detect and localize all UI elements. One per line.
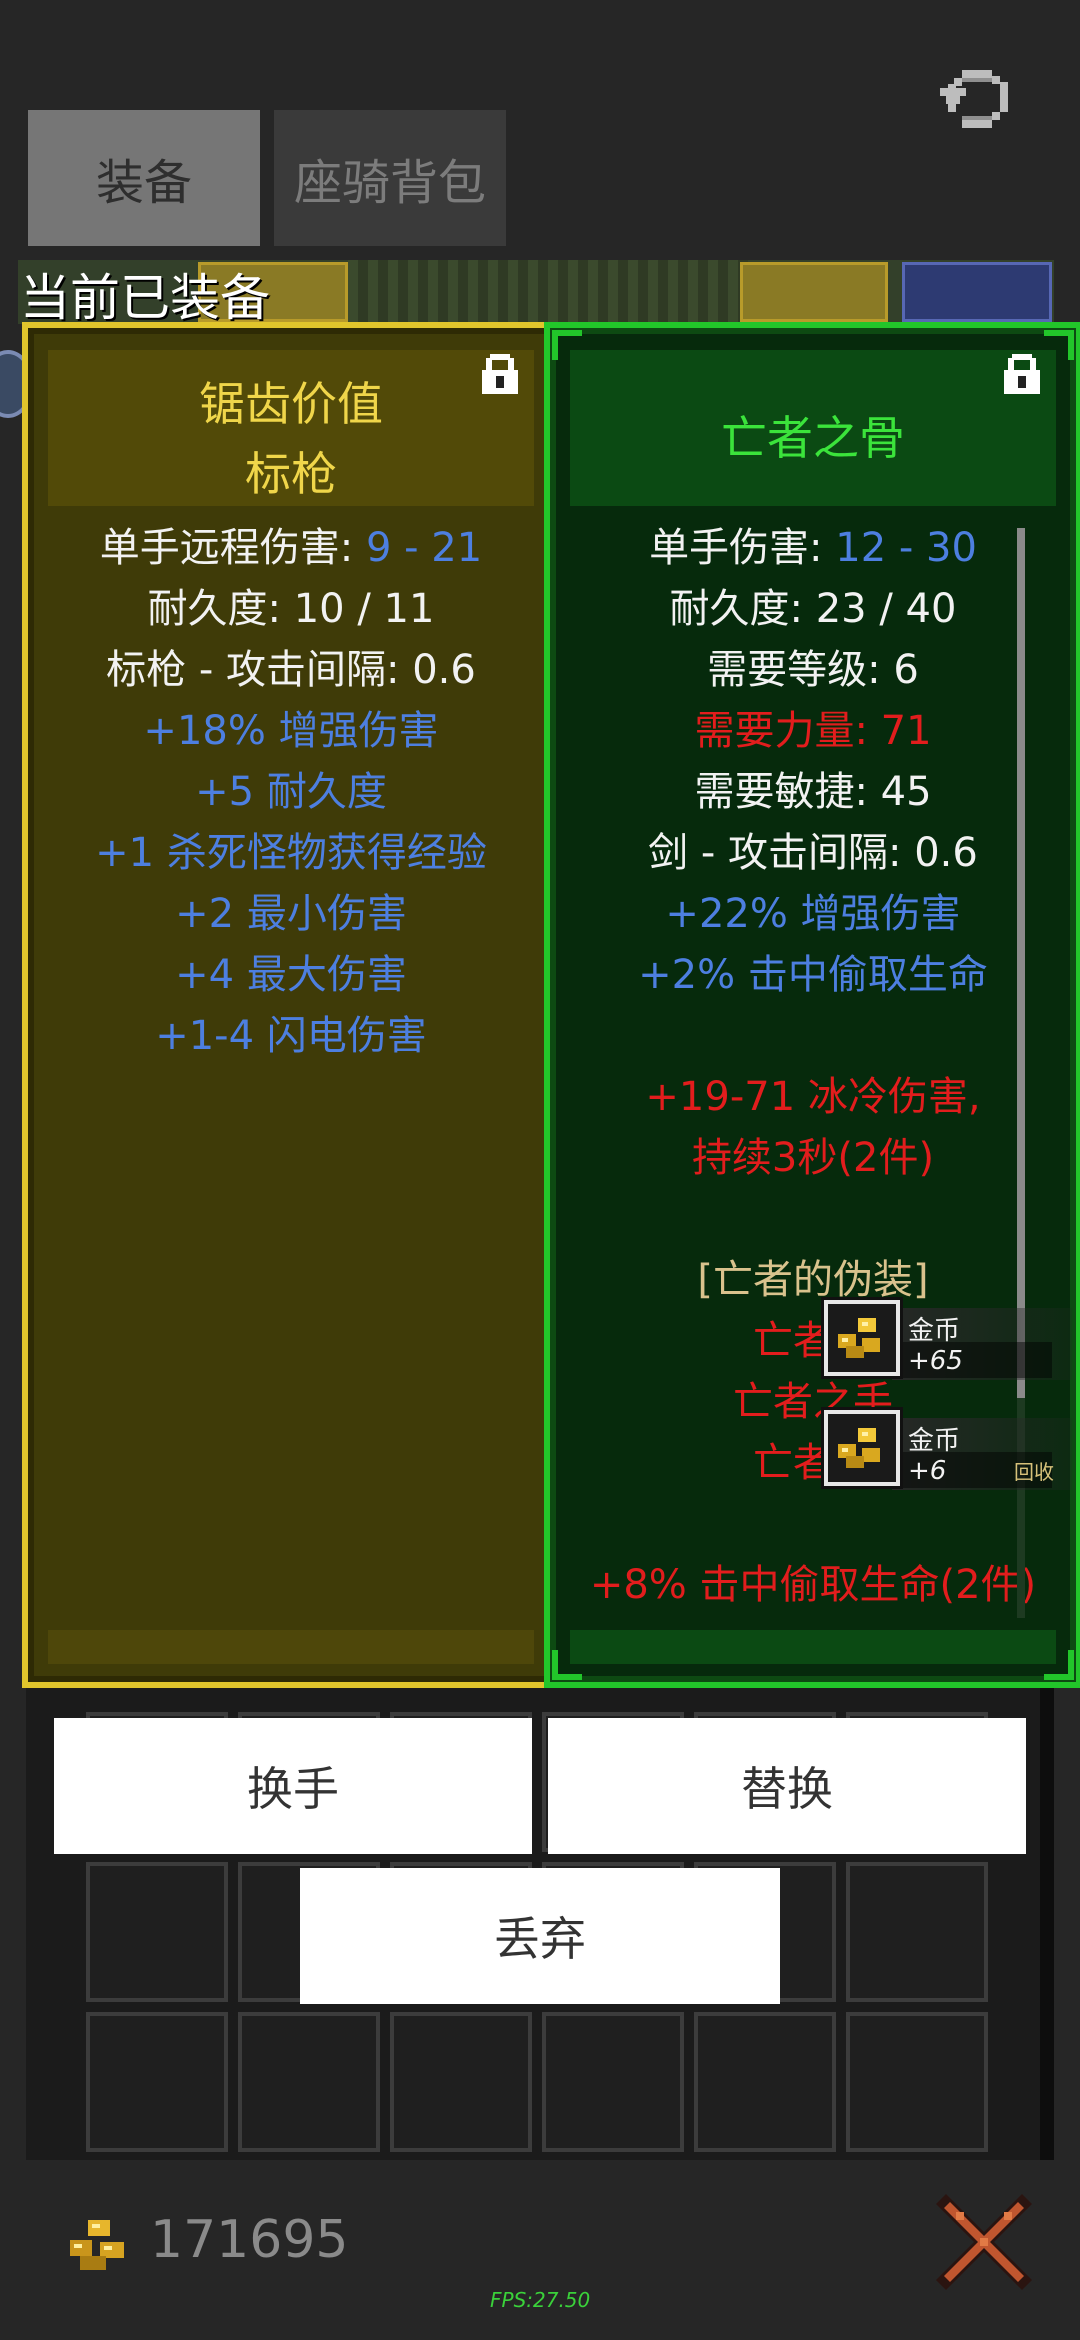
item-affix: +4 最大伤害 [175,952,407,998]
gold-coin-icon [824,1410,900,1486]
pickup-amount: +6 [908,1456,947,1486]
tab-mount-bag[interactable]: 座骑背包 [274,110,506,246]
item-stat-damage: 单手远程伤害: 9 - 21 [99,525,483,571]
close-icon[interactable] [936,2194,1032,2290]
discard-label: 丢弃 [494,1912,586,1966]
fps-counter: FPS:27.50 [490,2288,591,2312]
inventory-cell[interactable] [542,2012,684,2152]
replace-button[interactable]: 替换 [548,1718,1026,1854]
gold-pile-icon [70,2220,124,2270]
tab-mount-bag-label: 座骑背包 [293,155,486,211]
pickup-notification: 金币 +65 [822,1300,1072,1384]
refresh-icon[interactable] [934,62,1020,148]
item-title: 亡者之骨 [721,411,905,465]
tab-equipment-label: 装备 [95,155,192,211]
lock-icon[interactable] [1002,352,1042,396]
pickup-name: 金币 [908,1316,961,1346]
inventory-cell[interactable] [694,2012,836,2152]
item-affix: +1-4 闪电伤害 [155,1013,427,1059]
inventory-cell[interactable] [238,2012,380,2152]
item-set-bonus: +19-71 冰冷伤害, [645,1074,981,1120]
item-stat-durability: 耐久度: 23 / 40 [669,586,957,632]
item-stat-required-dexterity: 需要敏捷: 45 [694,769,932,815]
item-affix: +2 最小伤害 [175,891,407,937]
inventory-cell[interactable] [86,2012,228,2152]
gold-coin-icon [824,1300,900,1376]
swap-hand-label: 换手 [247,1762,339,1816]
item-stat-durability: 耐久度: 10 / 11 [147,586,435,632]
replace-label: 替换 [741,1762,833,1816]
tab-equipment[interactable]: 装备 [28,110,260,246]
inventory-cell[interactable] [86,1862,228,2002]
equipment-slot[interactable] [740,262,888,322]
equipment-slot[interactable] [902,262,1052,322]
item-affix: +2% 击中偷取生命 [638,952,988,998]
item-stat-attack-interval: 标枪 - 攻击间隔: 0.6 [106,647,476,693]
gold-amount: 171695 [150,2210,349,2270]
recycle-label[interactable]: 回收 [1014,1456,1054,1485]
item-affix: +5 耐久度 [195,769,387,815]
item-stat-attack-interval: 剑 - 攻击间隔: 0.6 [648,830,978,876]
inventory-cell[interactable] [846,1862,988,2002]
item-affix: +22% 增强伤害 [665,891,961,937]
equipped-label: 当前已装备 [20,269,270,327]
pickup-amount: +65 [908,1346,963,1376]
item-title-line-2: 标枪 [245,447,337,501]
equipped-item-card: 锯齿价值 标枪 单手远程伤害: 9 - 21 耐久度: 10 / 11 标枪 -… [22,322,560,1688]
item-card-footer [48,1630,534,1664]
inventory-cell[interactable] [390,2012,532,2152]
discard-button[interactable]: 丢弃 [300,1868,780,2004]
item-set-bonus: +8% 击中偷取生命(2件) [589,1562,1037,1608]
item-card-footer [570,1630,1056,1664]
scrollbar[interactable] [1017,528,1025,1398]
item-set-bonus: 持续3秒(2件) [691,1135,935,1181]
item-stat-required-level: 需要等级: 6 [707,647,919,693]
pickup-name: 金币 [908,1426,961,1456]
item-affix: +18% 增强伤害 [143,708,439,754]
swap-hand-button[interactable]: 换手 [54,1718,532,1854]
item-stat-damage: 单手伤害: 12 - 30 [649,525,977,571]
inventory-cell[interactable] [846,2012,988,2152]
item-affix: +1 杀死怪物获得经验 [95,830,487,876]
item-stat-required-strength: 需要力量: 71 [694,708,932,754]
item-title-line-1: 锯齿价值 [199,377,383,431]
